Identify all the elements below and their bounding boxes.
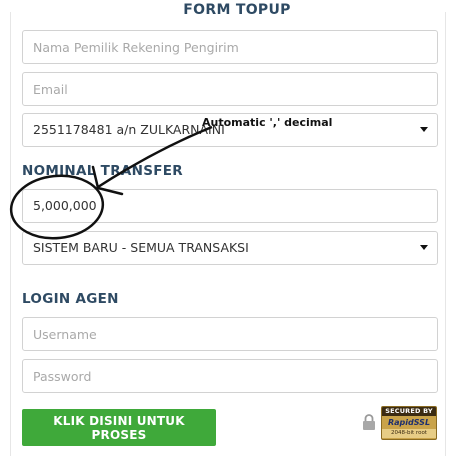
- annotation-circle: [9, 174, 105, 240]
- annotation-arrow: [97, 125, 213, 189]
- annotation-drawing: [9, 125, 213, 240]
- annotation-text: Automatic ',' decimal: [202, 116, 333, 129]
